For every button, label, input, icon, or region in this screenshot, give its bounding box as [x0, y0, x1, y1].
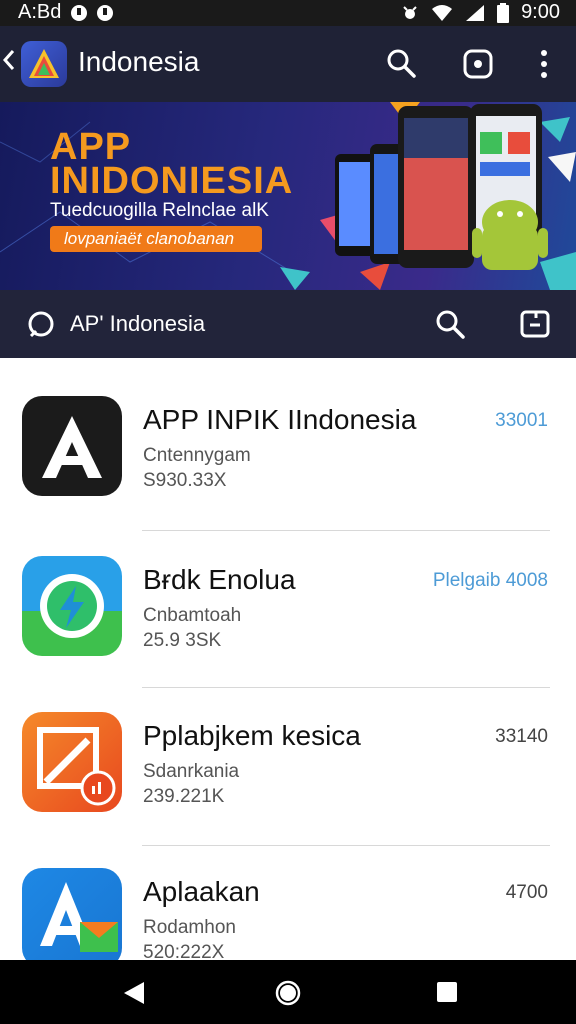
- app-size: S930.33X: [143, 470, 227, 491]
- search-icon: [436, 310, 465, 339]
- app-bar: Indonesia: [0, 26, 576, 102]
- wifi-icon: [432, 4, 453, 21]
- app-developer: Sdanrkania: [143, 761, 240, 782]
- app-icon: [22, 712, 122, 812]
- app-logo: [21, 41, 67, 87]
- home-circle-icon: [275, 980, 301, 1006]
- cast-button[interactable]: [458, 44, 498, 84]
- app-name: Bɍdk Enolua: [143, 564, 296, 595]
- signal-icon: [466, 4, 485, 21]
- more-vert-icon: [541, 50, 547, 78]
- status-time: 9:00: [521, 1, 560, 23]
- app-right-value[interactable]: 4700: [506, 882, 548, 904]
- app-right-value[interactable]: 33140: [495, 726, 548, 748]
- system-nav-bar: [0, 960, 576, 1024]
- banner-subtitle: Tuedcuogilla Relnclae alK: [50, 200, 269, 221]
- app-developer: Rodamhon: [143, 917, 236, 938]
- alarm-icon: [97, 4, 114, 21]
- search-icon: [387, 49, 416, 78]
- list-item[interactable]: Pplabjkem kesica Sdanrkania 239.221K 331…: [0, 676, 576, 832]
- app-icon: [22, 556, 122, 656]
- logo-triangle-icon: [29, 49, 59, 78]
- record-icon: [463, 49, 493, 79]
- status-right: 9:00: [401, 1, 560, 24]
- toolbar-search-button[interactable]: [433, 307, 467, 341]
- nav-back-button[interactable]: [122, 980, 146, 1011]
- app-list: APP INPIK IIndonesia Cntennygam S930.33X…: [0, 360, 576, 968]
- chevron-left-icon: [2, 50, 15, 70]
- toolbar-menu-button[interactable]: [518, 307, 552, 341]
- status-left-text: A:Bd: [18, 1, 62, 23]
- notification-icon: [71, 4, 88, 21]
- nav-recents-button[interactable]: [435, 980, 459, 1009]
- app-developer: Cnbamtoah: [143, 605, 242, 626]
- back-triangle-icon: [124, 982, 144, 1004]
- app-right-value[interactable]: 33001: [495, 410, 548, 432]
- app-icon: [22, 868, 122, 968]
- list-item[interactable]: Bɍdk Enolua Cnbamtoah 25.9 3SK Plelgaib …: [0, 520, 576, 676]
- battery-icon: [497, 2, 510, 23]
- banner-cta-button[interactable]: lovpaniaët clanobanan: [50, 226, 262, 252]
- status-left: A:Bd: [18, 1, 114, 24]
- app-icon: [22, 396, 122, 496]
- bolt-icon: [40, 574, 104, 638]
- overflow-menu-button[interactable]: [524, 44, 564, 84]
- app-right-value[interactable]: Plelgaib 4008: [433, 570, 548, 592]
- secondary-toolbar: AP' Indonesia: [0, 290, 576, 358]
- app-size: 239.221K: [143, 786, 225, 807]
- list-item[interactable]: APP INPIK IIndonesia Cntennygam S930.33X…: [0, 360, 576, 516]
- chart-pencil-icon: [37, 727, 116, 806]
- status-bar: A:Bd 9:00: [0, 0, 576, 26]
- bug-icon: [403, 5, 417, 19]
- app-name: Aplaakan: [143, 876, 260, 907]
- app-name: Pplabjkem kesica: [143, 720, 361, 751]
- app-developer: Cntennygam: [143, 445, 251, 466]
- app-title: Indonesia: [78, 46, 200, 77]
- folder-icon: [520, 310, 550, 338]
- chat-logo-icon: [28, 311, 54, 338]
- banner-title-line2: INIDONIESIA: [50, 160, 294, 202]
- search-button[interactable]: [382, 44, 422, 84]
- toolbar-title: AP' Indonesia: [70, 311, 206, 336]
- promo-banner[interactable]: APP INIDONIESIA Tuedcuogilla Relnclae al…: [0, 102, 576, 290]
- letter-a-icon: [42, 416, 102, 478]
- back-button[interactable]: [2, 46, 20, 82]
- nav-home-button[interactable]: [275, 980, 301, 1011]
- recents-square-icon: [437, 982, 457, 1002]
- app-size: 25.9 3SK: [143, 630, 222, 651]
- app-name: APP INPIK IIndonesia: [143, 404, 417, 435]
- letter-a-mail-icon: [40, 882, 118, 952]
